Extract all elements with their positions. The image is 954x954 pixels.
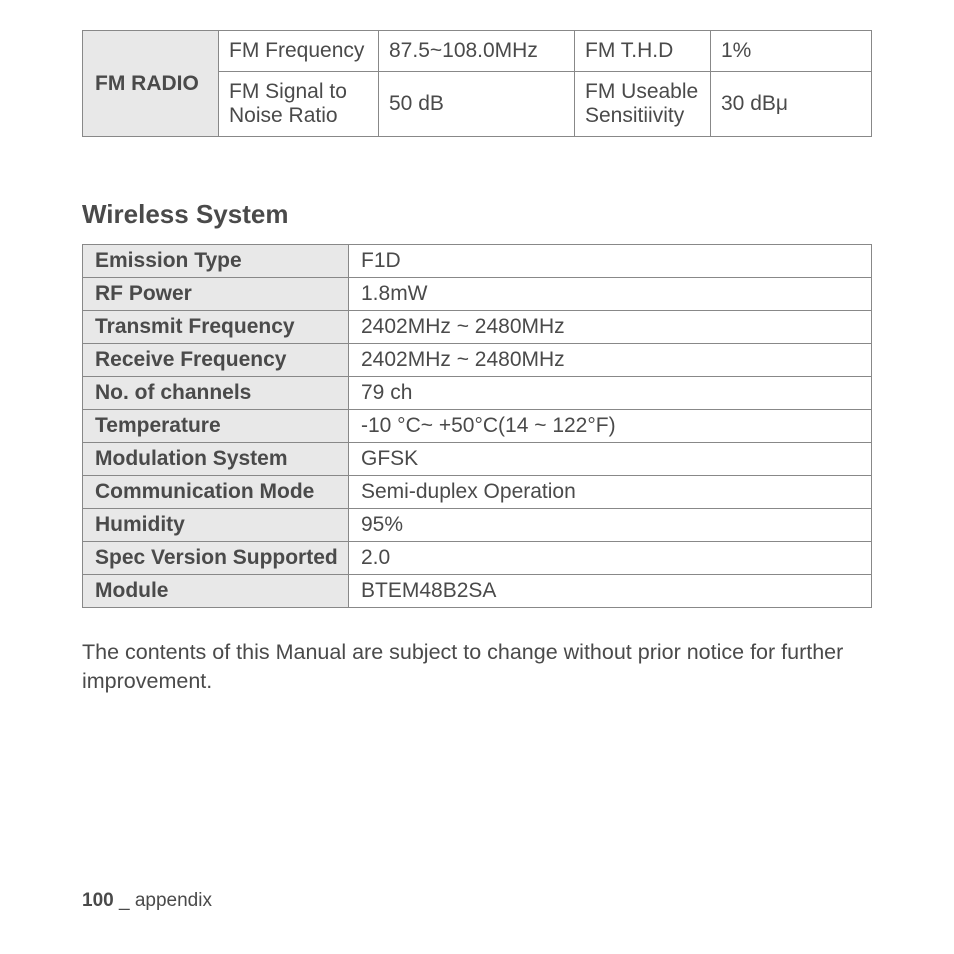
cell-value: Semi-duplex Operation (349, 476, 872, 509)
wireless-system-table: Emission TypeF1DRF Power1.8mWTransmit Fr… (82, 244, 872, 608)
cell-label: Modulation System (83, 443, 349, 476)
cell-value: 2402MHz ~ 2480MHz (349, 344, 872, 377)
cell-label: Temperature (83, 410, 349, 443)
cell-label: Module (83, 575, 349, 608)
footer-section: appendix (135, 890, 212, 911)
cell-label: Emission Type (83, 245, 349, 278)
table-row: Modulation SystemGFSK (83, 443, 872, 476)
table-row: Emission TypeF1D (83, 245, 872, 278)
page-footer: 100 _ appendix (82, 890, 212, 912)
cell-label: FM T.H.D (575, 31, 711, 72)
cell-value: 1% (711, 31, 872, 72)
cell-label: Humidity (83, 509, 349, 542)
cell-value: 87.5~108.0MHz (379, 31, 575, 72)
cell-value: BTEM48B2SA (349, 575, 872, 608)
cell-label: No. of channels (83, 377, 349, 410)
cell-value: F1D (349, 245, 872, 278)
fm-radio-header: FM RADIO (83, 31, 219, 137)
table-row: RF Power1.8mW (83, 278, 872, 311)
cell-label: Spec Version Supported (83, 542, 349, 575)
page-number: 100 (82, 890, 114, 911)
cell-value: 2.0 (349, 542, 872, 575)
table-row: No. of channels79 ch (83, 377, 872, 410)
cell-value: 50 dB (379, 72, 575, 137)
cell-label: Receive Frequency (83, 344, 349, 377)
cell-label: FM Useable Sensitiivity (575, 72, 711, 137)
disclaimer-note: The contents of this Manual are subject … (82, 638, 872, 696)
cell-value: 1.8mW (349, 278, 872, 311)
cell-label: Transmit Frequency (83, 311, 349, 344)
table-row: ModuleBTEM48B2SA (83, 575, 872, 608)
cell-value: 30 dBμ (711, 72, 872, 137)
footer-separator: _ (114, 890, 135, 911)
cell-value: 2402MHz ~ 2480MHz (349, 311, 872, 344)
cell-value: GFSK (349, 443, 872, 476)
table-row: Communication ModeSemi-duplex Operation (83, 476, 872, 509)
cell-label: RF Power (83, 278, 349, 311)
table-row: FM RADIO FM Frequency 87.5~108.0MHz FM T… (83, 31, 872, 72)
fm-radio-table: FM RADIO FM Frequency 87.5~108.0MHz FM T… (82, 30, 872, 137)
cell-label: Communication Mode (83, 476, 349, 509)
table-row: Spec Version Supported2.0 (83, 542, 872, 575)
table-row: Transmit Frequency2402MHz ~ 2480MHz (83, 311, 872, 344)
cell-value: 79 ch (349, 377, 872, 410)
cell-label: FM Frequency (219, 31, 379, 72)
table-row: Humidity95% (83, 509, 872, 542)
cell-value: -10 °C~ +50°C(14 ~ 122°F) (349, 410, 872, 443)
table-row: Receive Frequency2402MHz ~ 2480MHz (83, 344, 872, 377)
table-row: Temperature-10 °C~ +50°C(14 ~ 122°F) (83, 410, 872, 443)
cell-label: FM Signal to Noise Ratio (219, 72, 379, 137)
cell-value: 95% (349, 509, 872, 542)
wireless-system-heading: Wireless System (82, 199, 872, 230)
